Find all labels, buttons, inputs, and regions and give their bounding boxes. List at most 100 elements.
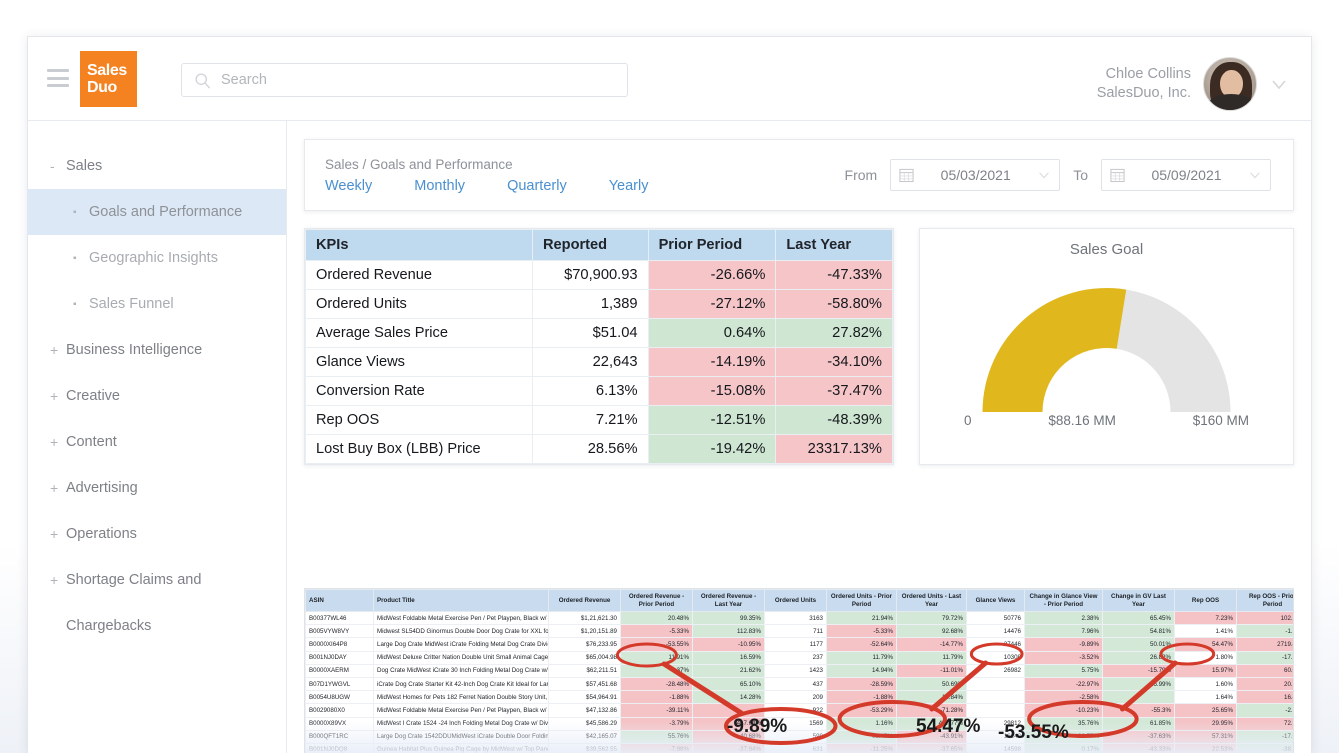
table-row[interactable]: B0000XI64P8 Large Dog Crate MidWest iCrat… bbox=[305, 637, 1293, 652]
grid-cell-title: MidWest Deluxe Critter Nation Double Uni… bbox=[373, 650, 549, 665]
user-info: Chloe Collins SalesDuo, Inc. bbox=[1097, 65, 1191, 103]
chevron-down-icon[interactable] bbox=[1037, 168, 1051, 182]
expand-plus-icon: + bbox=[50, 526, 59, 542]
sidebar-item-label: Chargebacks bbox=[66, 618, 152, 634]
breadcrumb-and-tabs: Sales / Goals and Performance Weekly Mon… bbox=[325, 157, 648, 194]
table-row[interactable]: B0000XAERM Dog Crate MidWest iCrate 30 In… bbox=[305, 663, 1293, 678]
grid-cell-rep-oos-prior: 2719.49% bbox=[1236, 637, 1293, 652]
to-date-field[interactable]: 05/09/2021 bbox=[1101, 159, 1271, 191]
kpi-prior-period: -15.08% bbox=[647, 376, 777, 406]
grid-cell-units-prior: 21.94% bbox=[826, 610, 897, 626]
hamburger-menu-icon[interactable] bbox=[47, 69, 69, 87]
grid-col-rep-oos[interactable]: Rep OOS bbox=[1174, 589, 1237, 612]
grid-col-rep-oos-prior[interactable]: Rep OOS - Prior Period bbox=[1236, 589, 1293, 612]
tab-weekly[interactable]: Weekly bbox=[325, 178, 372, 194]
kpi-col-kpis: KPIs bbox=[304, 229, 534, 261]
grid-cell-ordered-revenue: $1,21,621.30 bbox=[548, 610, 621, 626]
table-row[interactable]: B0000X89VX MidWest I Crate 1524 -24 Inch … bbox=[305, 716, 1293, 731]
grid-col-ordered-revenue[interactable]: Ordered Revenue bbox=[548, 589, 621, 612]
grid-cell-title: Large Dog Crate MidWest iCrate Folding M… bbox=[373, 637, 549, 652]
grid-cell-rev-last-year: 99.35% bbox=[692, 610, 765, 626]
grid-cell-gv-prior: 7.96% bbox=[1024, 624, 1103, 639]
user-name: Chloe Collins bbox=[1105, 66, 1191, 82]
expand-plus-icon: + bbox=[50, 342, 59, 358]
sidebar-item-creative[interactable]: + Creative bbox=[28, 373, 286, 419]
search-bar[interactable] bbox=[181, 63, 628, 97]
grid-cell-ordered-units: 209 bbox=[764, 690, 827, 705]
grid-col-ordered-units[interactable]: Ordered Units bbox=[764, 589, 827, 612]
grid-cell-asin: B0029080X0 bbox=[305, 703, 374, 718]
grid-col-asin[interactable]: ASIN bbox=[305, 589, 374, 612]
table-row[interactable]: B07D1YWGVL iCrate Dog Crate Starter Kit 4… bbox=[305, 676, 1293, 692]
expand-plus-icon: + bbox=[50, 572, 59, 588]
sidebar-item-geographic-insights[interactable]: ▪ Geographic Insights bbox=[28, 235, 286, 281]
collapse-minus-icon: - bbox=[50, 158, 55, 174]
table-row[interactable]: B001NJ0DQ8 Guinea Habitat Plus Guinea Pig… bbox=[305, 742, 1293, 753]
sidebar-item-business-intelligence[interactable]: + Business Intelligence bbox=[28, 327, 286, 373]
grid-cell-rev-last-year: 21.62% bbox=[692, 663, 765, 678]
grid-col-units-last-year[interactable]: Ordered Units - Last Year bbox=[896, 589, 967, 612]
tab-quarterly[interactable]: Quarterly bbox=[507, 178, 567, 194]
sidebar-item-content[interactable]: + Content bbox=[28, 419, 286, 465]
table-row[interactable]: B000QFT1RC Large Dog Crate 1542DDUMidWest… bbox=[305, 729, 1293, 744]
bullet-square-icon: ▪ bbox=[73, 298, 77, 310]
grid-cell-units-prior: 65.47% bbox=[826, 729, 897, 744]
grid-col-title[interactable]: Product Title bbox=[373, 589, 549, 612]
grid-col-rev-last-year[interactable]: Ordered Revenue - Last Year bbox=[692, 589, 765, 612]
breadcrumb: Sales / Goals and Performance bbox=[325, 156, 513, 172]
grid-cell-gv-last-year: 26.99% bbox=[1102, 676, 1175, 692]
sidebar-item-sales-funnel[interactable]: ▪ Sales Funnel bbox=[28, 281, 286, 327]
grid-cell-asin: B0000X89VX bbox=[305, 716, 374, 731]
grid-cell-ordered-units: 711 bbox=[764, 624, 827, 639]
sidebar-item-label: Goals and Performance bbox=[89, 204, 243, 220]
kpi-row: Ordered Units 1,389 -27.12% -58.80% bbox=[304, 289, 893, 319]
grid-cell-rev-last-year: -37.94% bbox=[692, 742, 765, 753]
kpi-table: KPIs Reported Prior Period Last Year Ord… bbox=[304, 229, 893, 464]
kpi-reported: 28.56% bbox=[532, 434, 649, 464]
sidebar-item-sales[interactable]: - Sales bbox=[28, 143, 286, 189]
avatar[interactable] bbox=[1203, 57, 1257, 111]
table-row[interactable]: B001NJ0DAY MidWest Deluxe Critter Nation … bbox=[305, 650, 1293, 665]
grid-cell-gv-prior: -3.52% bbox=[1024, 650, 1103, 665]
grid-cell-units-last-year: -37.65% bbox=[896, 742, 967, 753]
grid-cell-ordered-units: 437 bbox=[764, 676, 827, 692]
grid-cell-gv-last-year: -15.79% bbox=[1102, 663, 1175, 678]
table-row[interactable]: B0054U8UGW MidWest Homes for Pets 182 Fer… bbox=[305, 690, 1293, 705]
grid-col-rev-prior[interactable]: Ordered Revenue - Prior Period bbox=[620, 589, 693, 612]
grid-cell-rep-oos: 7.23% bbox=[1174, 610, 1237, 626]
kpi-col-last-year: Last Year bbox=[775, 229, 893, 261]
grid-cell-asin: B000QFT1RC bbox=[305, 729, 374, 744]
salesduo-logo[interactable]: Sales Duo bbox=[80, 51, 137, 107]
gauge-tick-max: $160 MM bbox=[1192, 413, 1249, 428]
sidebar-item-goals-and-performance[interactable]: ▪ Goals and Performance bbox=[28, 189, 286, 235]
grid-cell-ordered-units: 3163 bbox=[764, 610, 827, 626]
grid-cell-rev-last-year: 112.83% bbox=[692, 624, 765, 639]
sidebar-item-chargebacks[interactable]: Chargebacks bbox=[28, 603, 286, 649]
sidebar-item-advertising[interactable]: + Advertising bbox=[28, 465, 286, 511]
grid-cell-rev-last-year: -10.95% bbox=[692, 637, 765, 652]
table-row[interactable]: B005VYW8VY Midwest SL54DD Ginormus Double… bbox=[305, 624, 1293, 639]
chevron-down-icon[interactable] bbox=[1248, 168, 1262, 182]
grid-col-units-prior[interactable]: Ordered Units - Prior Period bbox=[826, 589, 897, 612]
grid-col-gv-last-year[interactable]: Change in GV Last Year bbox=[1102, 589, 1175, 612]
grid-cell-title: MidWest Foldable Metal Exercise Pen / Pe… bbox=[373, 703, 549, 718]
table-row[interactable]: B0029080X0 MidWest Foldable Metal Exercis… bbox=[305, 703, 1293, 718]
grid-cell-rep-oos: 29.95% bbox=[1174, 716, 1237, 731]
kpi-table-body: Ordered Revenue $70,900.93 -26.66% -47.33% O… bbox=[304, 260, 893, 464]
sidebar-item-shortage-claims[interactable]: + Shortage Claims and bbox=[28, 557, 286, 603]
asin-performance-table-card[interactable]: ASIN Product Title Ordered Revenue Order… bbox=[304, 588, 1294, 753]
sidebar-item-operations[interactable]: + Operations bbox=[28, 511, 286, 557]
search-input[interactable] bbox=[221, 72, 601, 88]
table-row[interactable]: B00377WL46 MidWest Foldable Metal Exercis… bbox=[305, 610, 1293, 626]
grid-cell-gv-last-year: 26.82% bbox=[1102, 650, 1175, 665]
chevron-down-icon[interactable] bbox=[1269, 74, 1289, 94]
grid-cell-rep-oos: 54.47% bbox=[1174, 637, 1237, 652]
from-date-field[interactable]: 05/03/2021 bbox=[890, 159, 1061, 191]
grid-col-gv-prior[interactable]: Change in Glance View - Prior Period bbox=[1024, 589, 1103, 612]
user-menu[interactable]: Chloe Collins SalesDuo, Inc. bbox=[1097, 57, 1289, 111]
asin-performance-table: ASIN Product Title Ordered Revenue Order… bbox=[305, 589, 1293, 753]
grid-col-glance-views[interactable]: Glance Views bbox=[966, 589, 1025, 612]
tab-monthly[interactable]: Monthly bbox=[414, 178, 465, 194]
grid-cell-title: iCrate Dog Crate Starter Kit 42-Inch Dog… bbox=[373, 676, 549, 692]
tab-yearly[interactable]: Yearly bbox=[609, 178, 649, 194]
